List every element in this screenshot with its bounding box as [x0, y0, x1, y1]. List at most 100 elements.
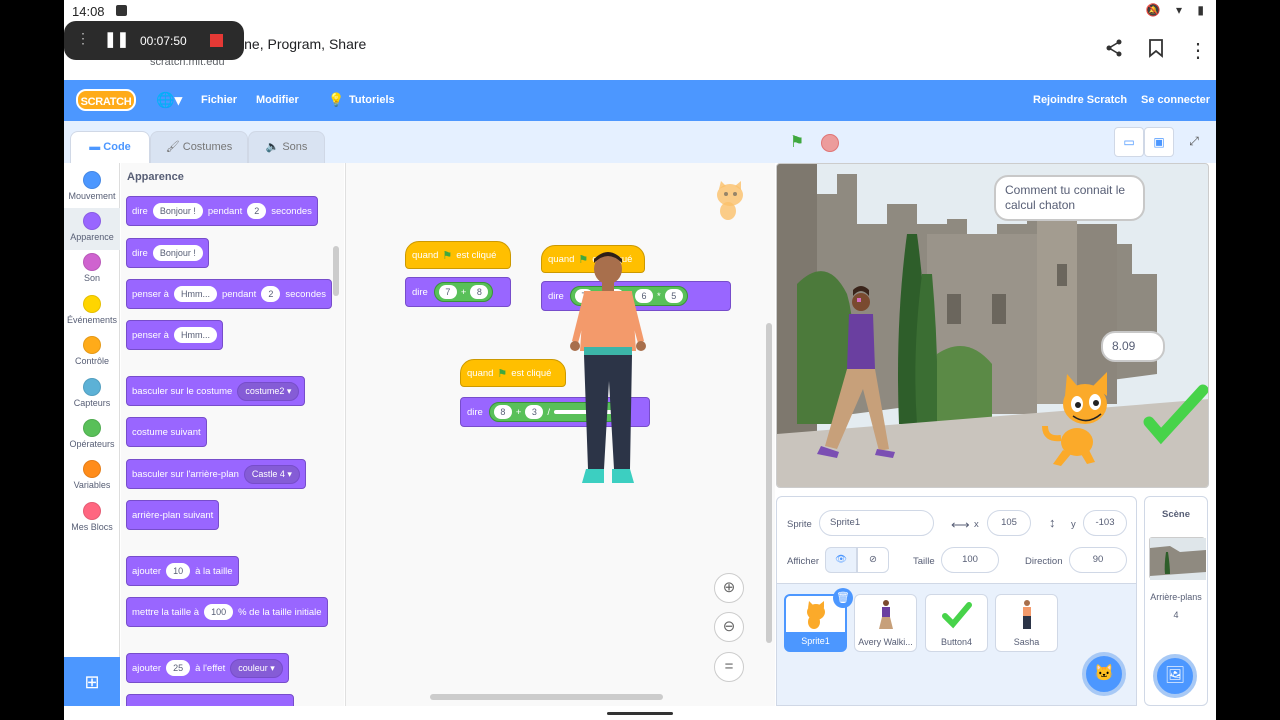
block-change-effect[interactable]: ajouter 25 à l'effet couleur ▾: [126, 653, 289, 683]
block-next-costume[interactable]: costume suivant: [126, 417, 207, 447]
x-field[interactable]: 105: [987, 510, 1031, 536]
block-input[interactable]: 10: [166, 563, 191, 579]
dropdown-value: Castle 4: [251, 468, 285, 479]
sprite-thumb-sasha[interactable]: Sasha: [995, 594, 1058, 652]
category-sound[interactable]: Son: [64, 249, 120, 291]
operand[interactable]: 8: [470, 285, 489, 299]
menu-file[interactable]: Fichier: [201, 94, 237, 106]
language-globe-icon[interactable]: 🌐▾: [156, 91, 182, 109]
small-stage-button[interactable]: ▭: [1114, 127, 1144, 157]
menu-tutorials[interactable]: Tutoriels: [349, 94, 395, 106]
block-say[interactable]: dire Bonjour !: [126, 238, 209, 268]
block-input[interactable]: 2: [261, 286, 281, 302]
when-flag-clicked-block[interactable]: quand ⚑ est cliqué: [460, 359, 566, 387]
block-change-size[interactable]: ajouter 10 à la taille: [126, 556, 239, 586]
zoom-reset-button[interactable]: =: [714, 652, 744, 682]
block-input[interactable]: Bonjour !: [152, 245, 203, 261]
normal-stage-button[interactable]: ▣: [1144, 127, 1174, 157]
editor-tabs: ▬ Code 🖌 Costumes 🔈 Sons: [64, 121, 776, 163]
y-field[interactable]: -103: [1083, 510, 1127, 536]
category-events[interactable]: Événements: [64, 291, 120, 333]
direction-field[interactable]: 90: [1069, 547, 1127, 573]
scratch-logo[interactable]: SCRATCH: [76, 89, 136, 111]
palette-scrollbar[interactable]: [333, 246, 339, 296]
share-icon[interactable]: [1104, 38, 1124, 64]
operand[interactable]: 8: [493, 405, 512, 419]
category-my-blocks[interactable]: Mes Blocs: [64, 498, 120, 540]
show-visible-button[interactable]: 👁: [825, 547, 857, 573]
choose-backdrop-button[interactable]: 🖼: [1153, 654, 1197, 698]
add-operator[interactable]: 7 + 8: [433, 282, 494, 302]
sprite-thumb-avery[interactable]: Avery Walki...: [854, 594, 917, 652]
drag-handle-icon[interactable]: ⋮: [76, 30, 90, 47]
sprite-name-field[interactable]: Sprite1: [819, 510, 934, 536]
block-text: à l'effet: [195, 662, 226, 674]
join-scratch-link[interactable]: Rejoindre Scratch: [1033, 94, 1127, 106]
category-variables[interactable]: Variables: [64, 456, 120, 498]
effect-dropdown[interactable]: couleur ▾: [230, 658, 283, 678]
green-flag-button[interactable]: ⚑: [784, 131, 810, 155]
when-flag-clicked-block[interactable]: quand ⚑ est cliqué: [405, 241, 511, 269]
screen-recorder-control[interactable]: ⋮ ❚❚ 00:07:50: [64, 21, 244, 60]
tab-code[interactable]: ▬ Code: [70, 131, 150, 163]
dragged-sprite-sasha[interactable]: [562, 251, 654, 491]
block-next-backdrop[interactable]: arrière-plan suivant: [126, 500, 220, 530]
block-input[interactable]: Hmm...: [173, 286, 217, 302]
block-input[interactable]: 25: [166, 660, 191, 676]
block-input[interactable]: 100: [204, 604, 234, 620]
sprite-thumb-button4[interactable]: Button4: [925, 594, 988, 652]
stop-recording-icon[interactable]: [210, 34, 223, 47]
add-extension-button[interactable]: ⊞: [64, 657, 120, 707]
block-switch-costume[interactable]: basculer sur le costume costume2 ▾: [126, 376, 306, 406]
category-sensing[interactable]: Capteurs: [64, 374, 120, 416]
zoom-out-button[interactable]: ⊖: [714, 612, 744, 642]
category-dot: [83, 419, 101, 437]
fullscreen-icon[interactable]: ⤢: [1179, 127, 1209, 157]
horizontal-scrollbar[interactable]: [430, 694, 663, 700]
stop-button[interactable]: [821, 134, 839, 152]
show-label: Afficher: [787, 556, 820, 567]
script-area[interactable]: quand ⚑ est cliqué dire 7 + 8 quand ⚑ es…: [345, 163, 775, 707]
block-input[interactable]: 2: [247, 203, 267, 219]
gesture-handle[interactable]: [607, 712, 673, 715]
block-say-for-secs[interactable]: dire Bonjour ! pendant 2 secondes: [126, 196, 318, 226]
block-input[interactable]: Bonjour !: [152, 203, 203, 219]
category-control[interactable]: Contrôle: [64, 332, 120, 374]
block-think-for-secs[interactable]: penser à Hmm... pendant 2 secondes: [126, 279, 333, 309]
choose-sprite-button[interactable]: 🐱: [1082, 652, 1126, 696]
category-motion[interactable]: Mouvement: [64, 167, 120, 209]
tab-sounds[interactable]: 🔈 Sons: [248, 131, 325, 163]
stage-selector[interactable]: Scène Arrière-plans 4 🖼: [1144, 496, 1208, 706]
sprite-name-label: Sasha: [1013, 637, 1040, 647]
zoom-in-button[interactable]: ⊕: [714, 573, 744, 603]
bookmark-icon[interactable]: [1148, 38, 1164, 64]
category-operators[interactable]: Opérateurs: [64, 415, 120, 457]
tab-costumes[interactable]: 🖌 Costumes: [150, 131, 248, 163]
category-looks[interactable]: Apparence: [64, 208, 120, 250]
pause-icon[interactable]: ❚❚: [104, 30, 129, 48]
block-think[interactable]: penser à Hmm...: [126, 320, 223, 350]
delete-sprite-icon[interactable]: 🗑: [833, 588, 853, 608]
block-input[interactable]: Hmm...: [173, 327, 217, 343]
operand[interactable]: 3: [525, 405, 544, 419]
speech-bubble-question: Comment tu connait le calcul chaton: [994, 175, 1145, 221]
say-block[interactable]: dire 7 + 8: [405, 277, 511, 307]
hide-visible-button[interactable]: ⊘: [857, 547, 889, 573]
android-nav-bar: [64, 706, 1216, 720]
backdrop-dropdown[interactable]: Castle 4 ▾: [243, 464, 300, 484]
costume-dropdown[interactable]: costume2 ▾: [237, 381, 300, 401]
stage-canvas[interactable]: Comment tu connait le calcul chaton 8.09: [776, 163, 1209, 488]
sign-in-link[interactable]: Se connecter: [1141, 94, 1210, 106]
block-set-size[interactable]: mettre la taille à 100 % de la taille in…: [126, 597, 328, 627]
more-menu-icon[interactable]: ⋮: [1188, 38, 1208, 63]
menu-edit[interactable]: Modifier: [256, 94, 299, 106]
operand[interactable]: 7: [438, 285, 457, 299]
category-dot: [83, 336, 101, 354]
block-text: secondes: [285, 288, 327, 300]
block-switch-backdrop[interactable]: basculer sur l'arrière-plan Castle 4 ▾: [126, 459, 306, 489]
castle-backdrop: [777, 164, 1208, 487]
size-field[interactable]: 100: [941, 547, 999, 573]
operand[interactable]: 5: [664, 289, 683, 303]
block-text: ajouter: [132, 662, 162, 674]
vertical-scrollbar[interactable]: [766, 323, 772, 643]
